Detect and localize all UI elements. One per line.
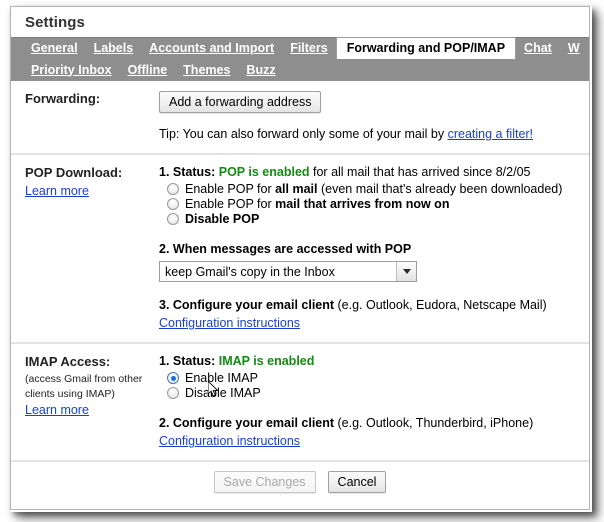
save-changes-button[interactable]: Save Changes [213,471,316,493]
imap-learn-more-link[interactable]: Learn more [25,403,89,417]
imap-option-disable[interactable]: Disable IMAP [167,386,579,400]
pop-access-select[interactable]: keep Gmail's copy in the Inbox [159,261,417,282]
forwarding-body: Add a forwarding address Tip: You can al… [159,91,589,141]
creating-a-filter-link[interactable]: creating a filter! [448,127,533,141]
settings-window: Settings General Labels Accounts and Imp… [10,6,590,510]
settings-tab-bar: General Labels Accounts and Import Filte… [11,37,589,81]
forwarding-section: Forwarding: Add a forwarding address Tip… [11,81,589,155]
imap-step2-bold: 2. Configure your email client [159,416,335,430]
imap-option-enable-label: Enable IMAP [185,371,258,385]
pop-status-line: 1. Status: POP is enabled for all mail t… [159,165,579,179]
imap-sub-line-2: clients using IMAP) [25,388,115,400]
pop-step3-label: 3. Configure your email client (e.g. Out… [159,298,579,312]
tab-forwarding-and-pop-imap[interactable]: Forwarding and POP/IMAP [335,37,517,59]
imap-body: 1. Status: IMAP is enabled Enable IMAP D… [159,354,589,448]
imap-access-section: IMAP Access: (access Gmail from other cl… [11,344,589,460]
forwarding-label: Forwarding: [25,91,101,106]
tab-labels[interactable]: Labels [86,38,142,59]
imap-option-enable[interactable]: Enable IMAP [167,371,579,385]
pop-configuration-instructions-link[interactable]: Configuration instructions [159,316,300,330]
imap-label-column: IMAP Access: (access Gmail from other cl… [11,354,159,448]
chevron-down-icon[interactable] [396,262,416,281]
imap-status-prefix: 1. Status: [159,354,219,368]
imap-sub-line-1: (access Gmail from other [25,373,143,385]
pop-status-prefix: 1. Status: [159,165,219,179]
pop-option-disable-label: Disable POP [185,212,260,226]
tab-offline[interactable]: Offline [120,60,176,81]
tab-buzz[interactable]: Buzz [238,60,283,81]
cancel-button[interactable]: Cancel [327,471,387,493]
tab-themes[interactable]: Themes [175,60,238,81]
settings-footer: Save Changes Cancel [11,460,589,503]
pop-download-label: POP Download: [25,165,123,180]
pop-body: 1. Status: POP is enabled for all mail t… [159,165,589,330]
pop-option-all-mail-label: Enable POP for all mail (even mail that'… [185,182,563,196]
title-bar: Settings [11,7,589,37]
forwarding-tip: Tip: You can also forward only some of y… [159,127,579,141]
radio-icon[interactable] [167,198,179,210]
tab-general[interactable]: General [23,38,86,59]
radio-icon[interactable] [167,387,179,399]
forwarding-tip-text: Tip: You can also forward only some of y… [159,127,448,141]
imap-step2-label: 2. Configure your email client (e.g. Out… [159,416,579,430]
imap-option-disable-label: Disable IMAP [185,386,261,400]
pop-option-disable[interactable]: Disable POP [167,212,579,226]
settings-content: Forwarding: Add a forwarding address Tip… [11,81,589,503]
tab-web-clips[interactable]: W [560,38,582,59]
pop-option-from-now-on[interactable]: Enable POP for mail that arrives from no… [167,197,579,211]
imap-status-line: 1. Status: IMAP is enabled [159,354,579,368]
imap-status-badge: IMAP is enabled [218,354,315,368]
imap-configuration-instructions-link[interactable]: Configuration instructions [159,434,300,448]
imap-access-label: IMAP Access: [25,354,111,369]
forwarding-label-column: Forwarding: [11,91,159,141]
pop-step3-bold: 3. Configure your email client [159,298,335,312]
tab-chat[interactable]: Chat [516,38,560,59]
pop-learn-more-link[interactable]: Learn more [25,184,89,198]
pop-step2-label: 2. When messages are accessed with POP [159,242,412,256]
radio-icon[interactable] [167,183,179,195]
pop-option-from-now-on-label: Enable POP for mail that arrives from no… [185,197,450,211]
page-shell: Settings General Labels Accounts and Imp… [0,0,604,522]
pop-step3-normal: (e.g. Outlook, Eudora, Netscape Mail) [334,298,547,312]
tab-accounts-and-import[interactable]: Accounts and Import [141,38,282,59]
tab-filters[interactable]: Filters [282,38,336,59]
radio-icon[interactable] [167,213,179,225]
pop-label-column: POP Download: Learn more [11,165,159,330]
pop-option-all-mail[interactable]: Enable POP for all mail (even mail that'… [167,182,579,196]
add-forwarding-address-button[interactable]: Add a forwarding address [159,91,322,113]
tab-row-secondary: Priority Inbox Offline Themes Buzz [11,59,589,81]
radio-icon[interactable] [167,372,179,384]
pop-status-badge: POP is enabled [218,165,310,179]
pop-access-select-value: keep Gmail's copy in the Inbox [165,264,335,279]
tab-priority-inbox[interactable]: Priority Inbox [23,60,120,81]
pop-status-suffix: for all mail that has arrived since 8/2/… [309,165,531,179]
pop-download-section: POP Download: Learn more 1. Status: POP … [11,155,589,344]
tab-row-primary: General Labels Accounts and Import Filte… [11,37,589,59]
imap-step2-normal: (e.g. Outlook, Thunderbird, iPhone) [334,416,534,430]
page-title: Settings [25,13,85,31]
